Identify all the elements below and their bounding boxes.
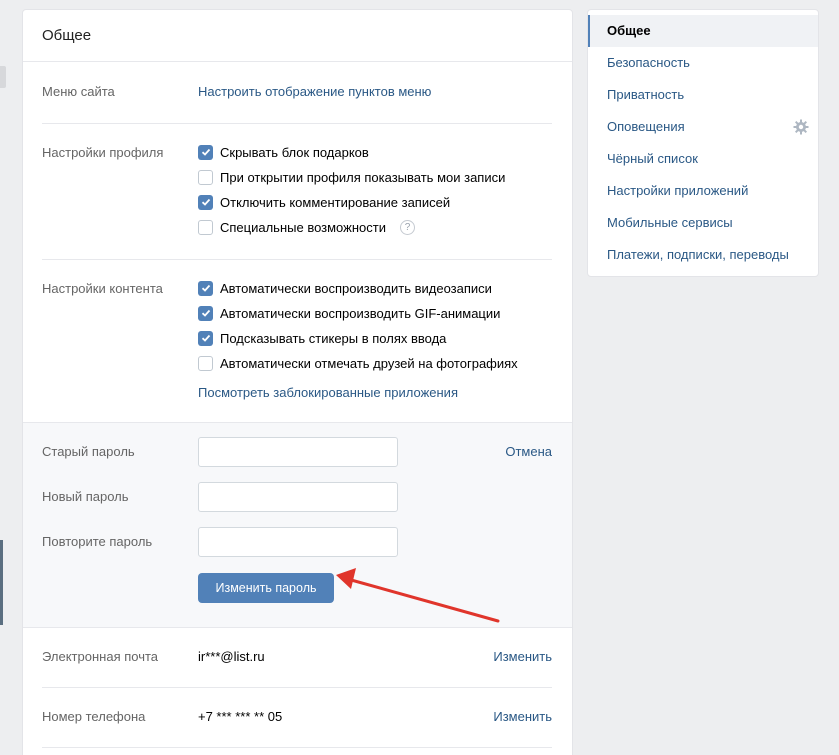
sidebar-item-privacy[interactable]: Приватность [588, 79, 818, 111]
checkbox-autoplay-video[interactable]: Автоматически воспроизводить видеозаписи [198, 278, 492, 298]
checkbox-label: Автоматически отмечать друзей на фотогра… [220, 355, 518, 371]
divider [42, 687, 552, 688]
old-password-input[interactable] [198, 437, 398, 467]
menu-settings-link[interactable]: Настроить отображение пунктов меню [198, 84, 431, 99]
checkbox-disable-comments[interactable]: Отключить комментирование записей [198, 192, 450, 212]
checkbox-hide-gifts[interactable]: Скрывать блок подарков [198, 142, 369, 162]
blocked-apps-link[interactable]: Посмотреть заблокированные приложения [198, 385, 458, 400]
checkbox-unchecked-icon[interactable] [198, 219, 213, 235]
sidebar-item-general[interactable]: Общее [588, 15, 818, 47]
checkbox-tag-friends[interactable]: Автоматически отмечать друзей на фотогра… [198, 353, 518, 373]
checkbox-checked-icon[interactable] [198, 330, 213, 346]
sidebar-item-payments[interactable]: Платежи, подписки, переводы [588, 239, 818, 271]
sidebar-item-notifications[interactable]: Оповещения [588, 111, 818, 143]
left-edge-image [0, 540, 3, 625]
cancel-link[interactable]: Отмена [505, 444, 552, 459]
divider [42, 123, 552, 124]
change-phone-link[interactable]: Изменить [493, 709, 552, 724]
checkbox-unchecked-icon[interactable] [198, 169, 213, 185]
checkbox-checked-icon[interactable] [198, 194, 213, 210]
help-icon[interactable]: ? [399, 219, 415, 235]
settings-panel: Общее Меню сайта Настроить отображение п… [22, 9, 573, 755]
new-password-label: Новый пароль [42, 489, 129, 504]
checkbox-label: Специальные возможности [220, 219, 386, 235]
checkbox-label: При открытии профиля показывать мои запи… [220, 169, 506, 185]
checkbox-label: Подсказывать стикеры в полях ввода [220, 330, 447, 346]
left-edge-tab [0, 66, 6, 88]
checkbox-autoplay-gif[interactable]: Автоматически воспроизводить GIF-анимаци… [198, 303, 500, 323]
menu-label: Меню сайта [42, 84, 115, 99]
phone-value: +7 *** *** ** 05 [198, 709, 283, 724]
email-label: Электронная почта [42, 649, 159, 664]
settings-sidebar: Общее Безопасность Приватность Оповещени… [587, 9, 819, 277]
annotation-arrow-icon [336, 568, 500, 623]
change-password-button[interactable]: Изменить пароль [198, 573, 334, 603]
content-settings-label: Настройки контента [42, 281, 163, 296]
sidebar-item-security[interactable]: Безопасность [588, 47, 818, 79]
sidebar-item-blacklist[interactable]: Чёрный список [588, 143, 818, 175]
old-password-label: Старый пароль [42, 444, 135, 459]
profile-settings-label: Настройки профиля [42, 145, 164, 160]
divider [23, 422, 572, 423]
checkbox-checked-icon[interactable] [198, 280, 213, 296]
checkbox-sticker-hints[interactable]: Подсказывать стикеры в полях ввода [198, 328, 446, 348]
gear-icon[interactable] [793, 119, 809, 135]
checkbox-label: Автоматически воспроизводить GIF-анимаци… [220, 305, 501, 321]
phone-label: Номер телефона [42, 709, 146, 724]
checkbox-unchecked-icon[interactable] [198, 355, 213, 371]
change-email-link[interactable]: Изменить [493, 649, 552, 664]
checkbox-accessibility[interactable]: Специальные возможности ? [198, 217, 415, 237]
repeat-password-input[interactable] [198, 527, 398, 557]
checkbox-label: Автоматически воспроизводить видеозаписи [220, 280, 492, 296]
repeat-password-label: Повторите пароль [42, 534, 153, 549]
checkbox-show-my-posts[interactable]: При открытии профиля показывать мои запи… [198, 167, 505, 187]
new-password-input[interactable] [198, 482, 398, 512]
checkbox-label: Скрывать блок подарков [220, 144, 369, 160]
sidebar-item-label: Оповещения [607, 119, 685, 134]
checkbox-checked-icon[interactable] [198, 305, 213, 321]
email-value: ir***@list.ru [198, 649, 265, 664]
divider [42, 259, 552, 260]
sidebar-item-mobile-services[interactable]: Мобильные сервисы [588, 207, 818, 239]
checkbox-checked-icon[interactable] [198, 144, 213, 160]
checkbox-label: Отключить комментирование записей [220, 194, 451, 210]
sidebar-item-app-settings[interactable]: Настройки приложений [588, 175, 818, 207]
page-title: Общее [23, 10, 572, 62]
divider [42, 747, 552, 748]
